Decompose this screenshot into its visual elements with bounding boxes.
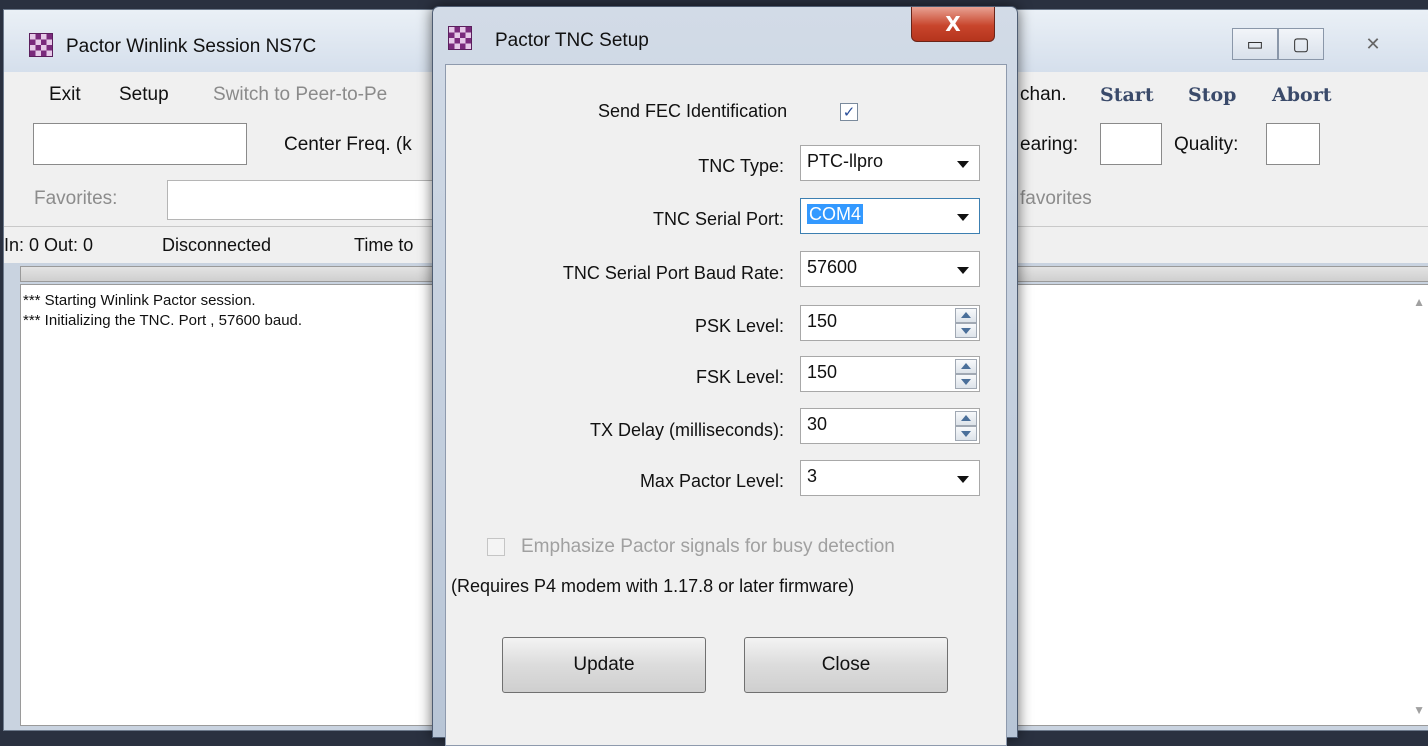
close-window-icon[interactable]: ✕ — [1350, 28, 1396, 60]
tnc-type-label: TNC Type: — [698, 156, 784, 176]
max-pactor-value: 3 — [807, 466, 818, 486]
minimize-icon[interactable]: ▭ — [1232, 28, 1278, 60]
send-fec-checkbox[interactable]: ✓ — [840, 103, 858, 121]
dialog-app-icon — [448, 26, 472, 50]
serial-port-label: TNC Serial Port: — [652, 209, 784, 229]
close-button[interactable]: Close — [744, 637, 948, 693]
main-window-title: Pactor Winlink Session NS7C — [66, 36, 317, 57]
fsk-level-value: 150 — [807, 362, 838, 382]
add-favorites-label[interactable]: favorites — [1020, 188, 1092, 210]
spinner-arrows-icon[interactable] — [955, 411, 977, 441]
requires-note: (Requires P4 modem with 1.17.8 or later … — [451, 576, 855, 596]
fsk-level-label: FSK Level: — [695, 367, 784, 387]
quality-field — [1266, 123, 1320, 165]
scroll-down-icon[interactable]: ▼ — [1413, 703, 1425, 717]
tx-delay-spinner[interactable]: 30 — [800, 408, 980, 444]
spinner-arrows-icon[interactable] — [955, 308, 977, 338]
dialog-close-icon[interactable]: X — [911, 7, 995, 42]
favorites-dropdown[interactable] — [167, 180, 449, 220]
in-out-counter: In: 0 Out: 0 — [4, 235, 94, 255]
menu-exit[interactable]: Exit — [49, 84, 81, 106]
psk-level-value: 150 — [807, 311, 838, 331]
menu-abort[interactable]: Abort — [1272, 84, 1332, 106]
chevron-down-icon — [957, 476, 969, 483]
max-pactor-label: Max Pactor Level: — [639, 471, 784, 491]
bearing-label: earing: — [1020, 134, 1079, 155]
tnc-setup-dialog: Pactor TNC Setup X Send FEC Identificati… — [432, 6, 1018, 746]
menu-start[interactable]: Start — [1100, 84, 1154, 106]
tx-delay-value: 30 — [807, 414, 828, 434]
max-pactor-select[interactable]: 3 — [800, 460, 980, 496]
chevron-down-icon — [957, 267, 969, 274]
serial-port-value: COM4 — [807, 204, 864, 224]
emphasize-label: Emphasize Pactor signals for busy detect… — [521, 536, 895, 557]
app-icon — [29, 33, 53, 57]
tnc-type-select[interactable]: PTC-llpro — [800, 145, 980, 181]
send-fec-label: Send FEC Identification — [598, 101, 788, 121]
time-to-label: Time to — [354, 235, 414, 255]
menu-stop[interactable]: Stop — [1188, 84, 1236, 106]
scroll-up-icon[interactable]: ▲ — [1413, 295, 1425, 309]
dialog-body: Send FEC Identification ✓ TNC Type: PTC-… — [445, 64, 1007, 746]
psk-level-label: PSK Level: — [694, 316, 784, 336]
baud-rate-value: 57600 — [807, 257, 858, 277]
center-freq-label: Center Freq. (k — [284, 134, 412, 155]
spinner-arrows-icon[interactable] — [955, 359, 977, 389]
update-button[interactable]: Update — [502, 637, 706, 693]
maximize-icon[interactable]: ▢ — [1278, 28, 1324, 60]
bearing-field — [1100, 123, 1162, 165]
connection-status: Disconnected — [162, 235, 272, 255]
menu-chan[interactable]: chan. — [1020, 84, 1066, 106]
quality-label: Quality: — [1174, 134, 1239, 155]
emphasize-checkbox — [487, 538, 505, 556]
baud-rate-label: TNC Serial Port Baud Rate: — [562, 263, 784, 283]
dialog-title: Pactor TNC Setup — [495, 30, 649, 51]
baud-rate-select[interactable]: 57600 — [800, 251, 980, 287]
menu-switch-peer[interactable]: Switch to Peer-to-Pe — [213, 84, 387, 106]
tx-delay-label: TX Delay (milliseconds): — [589, 420, 784, 440]
serial-port-select[interactable]: COM4 — [800, 198, 980, 234]
chevron-down-icon — [957, 214, 969, 221]
menu-setup[interactable]: Setup — [119, 84, 169, 106]
psk-level-spinner[interactable]: 150 — [800, 305, 980, 341]
chevron-down-icon — [957, 161, 969, 168]
callsign-input[interactable] — [33, 123, 247, 165]
fsk-level-spinner[interactable]: 150 — [800, 356, 980, 392]
tnc-type-value: PTC-llpro — [807, 151, 884, 171]
favorites-label: Favorites: — [34, 188, 118, 209]
